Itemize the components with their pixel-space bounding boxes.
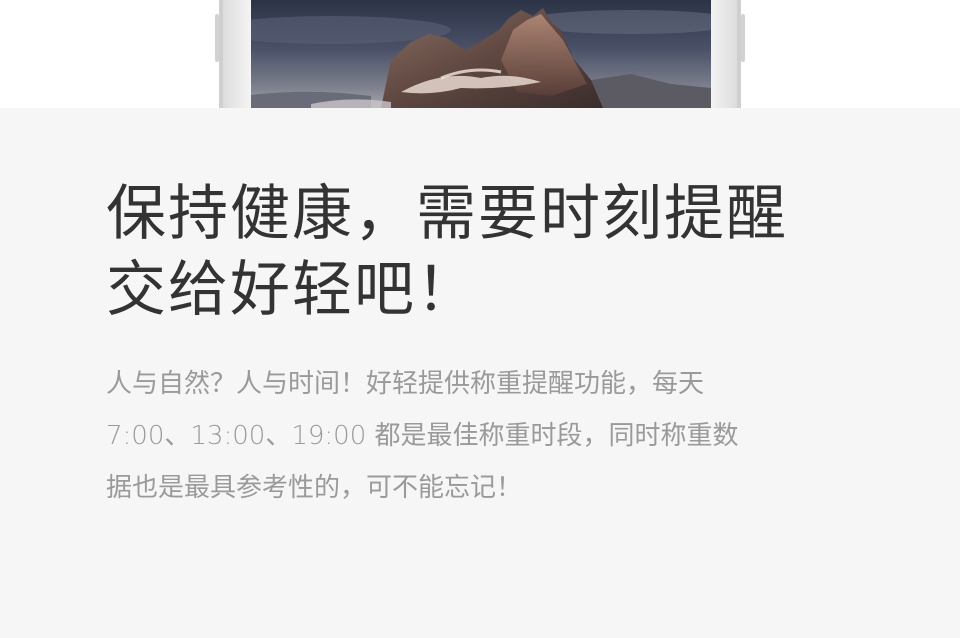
headline-line-1: 保持健康，需要时刻提醒	[106, 179, 788, 249]
phone-power-button	[741, 14, 745, 62]
description-line-1: 人与自然？人与时间！好轻提供称重提醒功能，每天	[106, 369, 705, 399]
description-line-3: 据也是最具参考性的，可不能忘记！	[106, 473, 523, 503]
headline-line-2: 交给好轻吧！	[106, 255, 478, 325]
mountain-landscape-image	[251, 0, 711, 108]
phone-volume-button	[215, 14, 219, 62]
phone-edge-left	[219, 0, 223, 108]
description-line-2: 7:00、13:00、19:00 都是最佳称重时段，同时称重数	[106, 421, 739, 451]
headline: 保持健康，需要时刻提醒 交给好轻吧！	[106, 176, 788, 328]
description: 人与自然？人与时间！好轻提供称重提醒功能，每天 7:00、13:00、19:00…	[106, 358, 739, 514]
phone-screen-image	[251, 0, 711, 108]
